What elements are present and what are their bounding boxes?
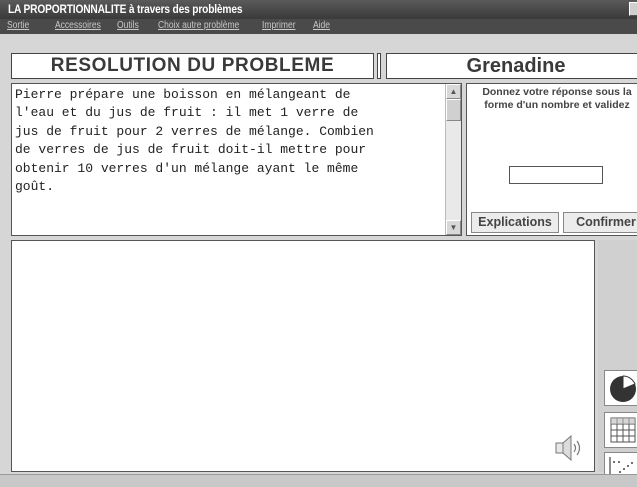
scroll-up-icon[interactable]: ▲	[446, 84, 461, 99]
scroll-thumb[interactable]	[446, 99, 461, 121]
problem-line: goût.	[15, 179, 55, 195]
window-control-button[interactable]	[629, 2, 637, 16]
problem-text-area[interactable]: Pierre prépare une boisson en mélangeant…	[11, 83, 462, 236]
explanations-button[interactable]: Explications	[471, 212, 559, 233]
window-title: LA PROPORTIONNALITE à travers des problè…	[8, 2, 243, 16]
section-title: RESOLUTION DU PROBLEME	[11, 53, 374, 79]
menu-sortie[interactable]: Sortie	[7, 20, 29, 31]
scroll-down-icon[interactable]: ▼	[446, 220, 461, 235]
problem-line: l'eau et du jus de fruit : il met 1 verr…	[15, 105, 359, 121]
menu-imprimer[interactable]: Imprimer	[262, 20, 296, 31]
problem-line: obtenir 10 verres d'un mélange ayant le …	[15, 160, 359, 176]
pie-chart-tool-button[interactable]	[604, 370, 637, 406]
problem-statement: Pierre prépare une boisson en mélangeant…	[15, 86, 440, 196]
app-window: LA PROPORTIONNALITE à travers des problè…	[0, 0, 637, 487]
problem-name: Grenadine	[386, 53, 637, 79]
grid-table-tool-button[interactable]	[604, 412, 637, 448]
status-bar	[0, 474, 637, 487]
menu-accessoires[interactable]: Accessoires	[55, 20, 101, 31]
answer-instruction: Donnez votre réponse sous la forme d'un …	[482, 86, 632, 111]
answer-input[interactable]	[509, 166, 603, 184]
grid-table-icon	[610, 417, 636, 443]
tool-panel	[598, 240, 637, 487]
pie-chart-icon	[610, 375, 636, 402]
speaker-icon[interactable]	[553, 432, 589, 464]
menu-choix-autre-probleme[interactable]: Choix autre problème	[158, 20, 239, 31]
header-divider	[377, 53, 381, 79]
answer-panel: Donnez votre réponse sous la forme d'un …	[466, 83, 637, 236]
confirm-button[interactable]: Confirmer	[563, 212, 637, 233]
problem-scrollbar[interactable]: ▲ ▼	[445, 84, 461, 235]
problem-line: de verres de jus de fruit doit-il mettre…	[15, 142, 367, 158]
menu-aide[interactable]: Aide	[313, 20, 330, 31]
problem-line: jus de fruit pour 2 verres de mélange. C…	[15, 123, 374, 139]
problem-line: Pierre prépare une boisson en mélangeant…	[15, 87, 351, 102]
menu-bar: Sortie Accessoires Outils Choix autre pr…	[0, 19, 637, 34]
menu-outils[interactable]: Outils	[117, 20, 139, 31]
work-area[interactable]	[11, 240, 595, 472]
title-bar: LA PROPORTIONNALITE à travers des problè…	[0, 0, 637, 19]
